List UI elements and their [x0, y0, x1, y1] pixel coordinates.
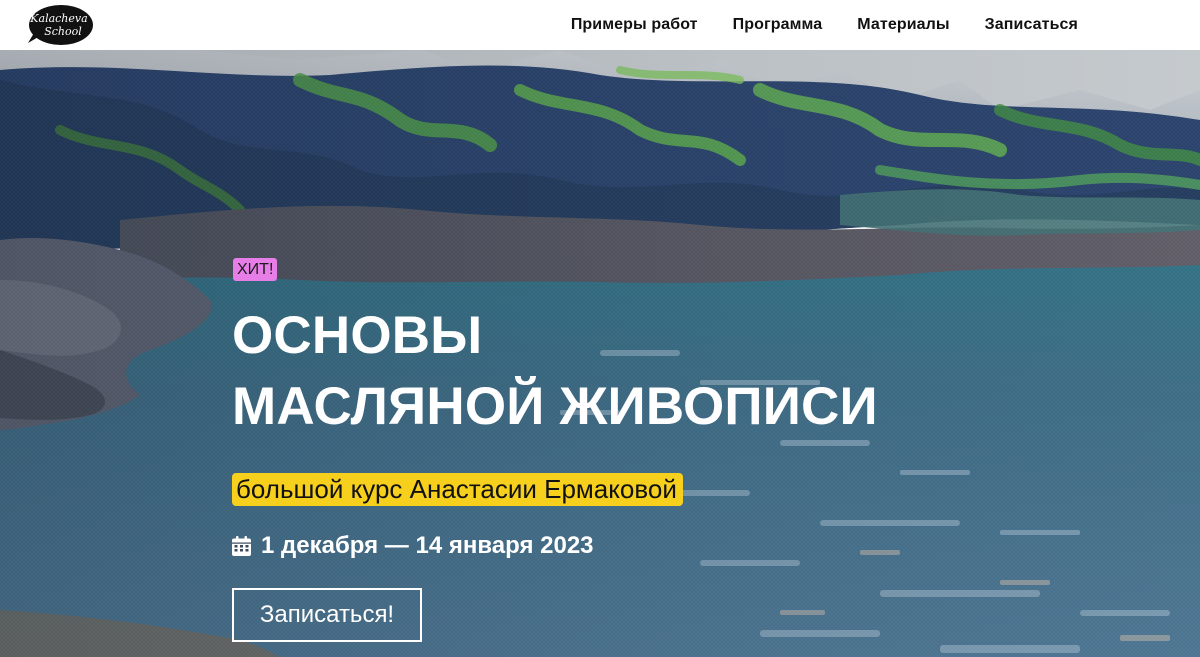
- hero-subtitle: большой курс Анастасии Ермаковой: [232, 473, 683, 506]
- signup-button[interactable]: Записаться!: [232, 588, 422, 642]
- logo[interactable]: Kalacheva School: [26, 3, 94, 47]
- hit-badge: ХИТ!: [233, 258, 278, 281]
- hero-title-line-1: ОСНОВЫ: [232, 306, 483, 365]
- site-header: Kalacheva School Примеры работ Программа…: [0, 0, 1200, 50]
- nav-link-examples[interactable]: Примеры работ: [571, 16, 698, 34]
- hero-title-line-2: МАСЛЯНОЙ ЖИВОПИСИ: [232, 377, 878, 436]
- main-nav: Примеры работ Программа Материалы Записа…: [571, 0, 1078, 50]
- calendar-icon: [232, 536, 251, 556]
- course-dates: 1 декабря — 14 января 2023: [232, 532, 594, 560]
- nav-link-materials[interactable]: Материалы: [857, 16, 949, 34]
- nav-link-signup[interactable]: Записаться: [985, 16, 1078, 34]
- logo-text-2: School: [44, 25, 82, 38]
- hero-title: ОСНОВЫ МАСЛЯНОЙ ЖИВОПИСИ: [232, 300, 1052, 442]
- logo-mark: Kalacheva School: [28, 5, 93, 45]
- hero-section: ХИТ! ОСНОВЫ МАСЛЯНОЙ ЖИВОПИСИ большой ку…: [0, 50, 1200, 657]
- logo-text-1: Kalacheva: [29, 12, 87, 25]
- course-dates-text: 1 декабря — 14 января 2023: [261, 532, 594, 559]
- nav-link-program[interactable]: Программа: [733, 16, 823, 34]
